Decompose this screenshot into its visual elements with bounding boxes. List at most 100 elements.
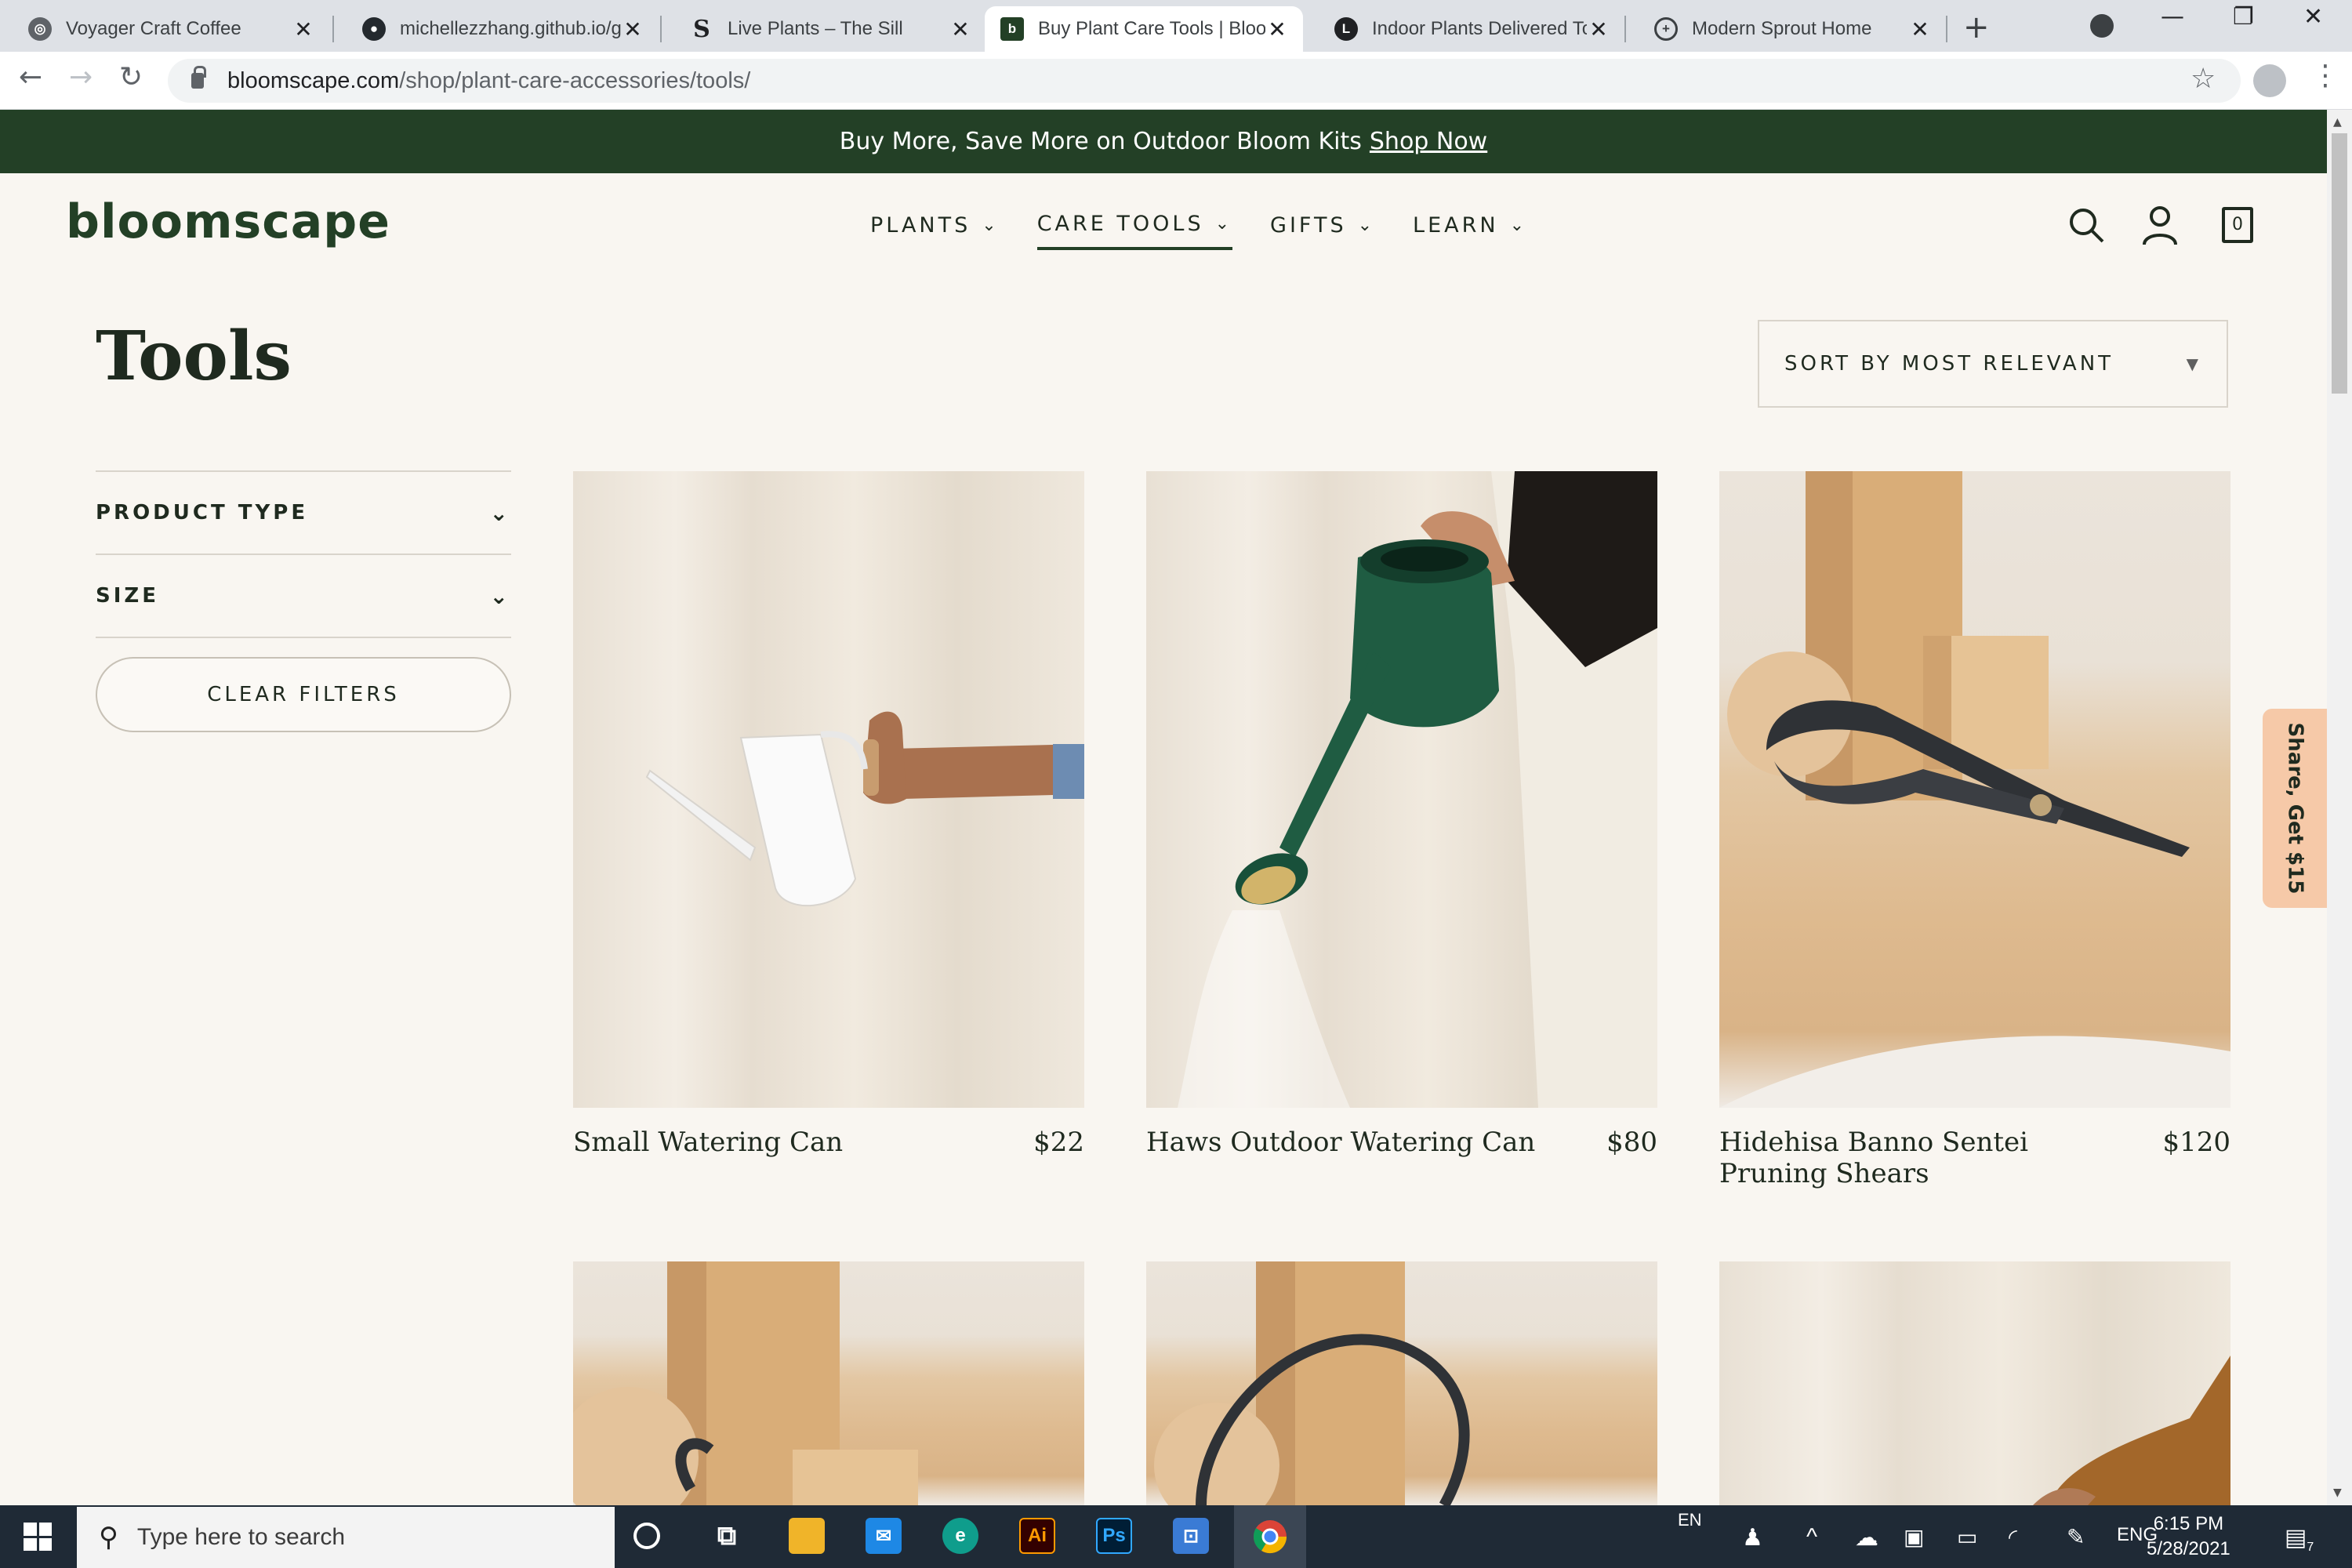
browser-tab[interactable]: + Modern Sprout Home ✕: [1626, 6, 1946, 52]
page-scrollbar[interactable]: ▲ ▼: [2327, 110, 2352, 1505]
tab-title: Buy Plant Care Tools | Bloo: [1038, 18, 1265, 39]
browser-tab-active[interactable]: b Buy Plant Care Tools | Bloo ✕: [985, 6, 1303, 52]
clock-time: 6:15 PM: [2153, 1513, 2224, 1534]
chevron-down-icon: ⌄: [1214, 214, 1233, 234]
nav-item-care-tools[interactable]: CARE TOOLS ⌄: [1036, 212, 1233, 250]
browser-menu-icon[interactable]: ⋮: [2311, 60, 2339, 92]
mail-icon[interactable]: ✉: [866, 1518, 902, 1554]
product-price: $80: [1606, 1127, 1657, 1158]
taskbar-clock[interactable]: 6:15 PM 5/28/2021: [2147, 1512, 2230, 1562]
product-image[interactable]: [573, 1261, 1084, 1505]
task-view-icon[interactable]: ⧉: [709, 1518, 745, 1554]
product-card[interactable]: Hidehisa Banno Sentei Pruning Shears $12…: [1719, 471, 2230, 1189]
browser-tab[interactable]: ◎ Voyager Craft Coffee ✕: [0, 6, 329, 52]
nav-item-gifts[interactable]: GIFTS ⌄: [1270, 212, 1375, 250]
search-icon: ⚲: [99, 1523, 118, 1552]
promo-shop-now-link[interactable]: Shop Now: [1370, 128, 1487, 155]
bloomscape-logo[interactable]: bloomscape: [66, 194, 390, 249]
bookmark-star-icon[interactable]: ☆: [2190, 63, 2216, 95]
cortana-icon[interactable]: [633, 1523, 660, 1549]
pen-icon[interactable]: ✎: [2067, 1524, 2085, 1550]
new-tab-button[interactable]: +: [1963, 9, 1990, 45]
lock-icon[interactable]: [191, 66, 206, 89]
close-tab-icon[interactable]: ✕: [1587, 16, 1610, 42]
windows-start-icon[interactable]: [24, 1523, 52, 1551]
divider: [96, 637, 511, 638]
file-explorer-icon[interactable]: [789, 1518, 825, 1554]
illustrator-icon[interactable]: Ai: [1019, 1518, 1055, 1554]
share-label: Share, Get $15: [2283, 722, 2307, 895]
close-tab-icon[interactable]: ✕: [949, 16, 972, 42]
device-icon[interactable]: ▣: [1904, 1524, 1924, 1550]
filter-size[interactable]: SIZE ⌄: [96, 554, 511, 637]
scroll-down-arrow-icon[interactable]: ▼: [2333, 1486, 2342, 1499]
edge-icon[interactable]: e: [942, 1518, 978, 1554]
input-indicator[interactable]: EN: [1678, 1510, 1702, 1530]
product-image[interactable]: [1146, 1261, 1657, 1505]
tab-search-dropdown-icon[interactable]: [2090, 14, 2114, 38]
filter-product-type[interactable]: PRODUCT TYPE ⌄: [96, 470, 511, 554]
product-image-small-watering-can[interactable]: [573, 471, 1084, 1108]
onedrive-icon[interactable]: ☁: [1855, 1524, 1878, 1552]
cart-button[interactable]: 0: [2222, 207, 2253, 243]
scroll-up-arrow-icon[interactable]: ▲: [2333, 116, 2342, 129]
product-card[interactable]: Small Watering Can $22: [573, 471, 1084, 1158]
product-image[interactable]: [1719, 1261, 2230, 1505]
share-get-15-tab[interactable]: Share, Get $15: [2263, 709, 2327, 908]
product-image-pruning-shears[interactable]: [1719, 471, 2230, 1108]
browser-tab[interactable]: ● michellezzhang.github.io/g ✕: [334, 6, 659, 52]
people-icon[interactable]: ♟: [1742, 1524, 1763, 1552]
taskbar-search-placeholder: Type here to search: [136, 1524, 346, 1550]
product-name[interactable]: Haws Outdoor Watering Can: [1146, 1127, 1535, 1158]
battery-icon[interactable]: ▭: [1957, 1524, 1977, 1550]
nav-label: LEARN: [1413, 213, 1499, 238]
close-tab-icon[interactable]: ✕: [292, 16, 315, 42]
nav-item-plants[interactable]: PLANTS ⌄: [870, 212, 1000, 250]
page-title: Tools: [96, 317, 292, 396]
address-bar[interactable]: bloomscape.com/shop/plant-care-accessori…: [168, 59, 2241, 103]
back-icon[interactable]: ←: [19, 61, 42, 93]
profile-avatar[interactable]: [2253, 64, 2286, 97]
browser-tab[interactable]: S Live Plants – The Sill ✕: [662, 6, 986, 52]
product-name[interactable]: Hidehisa Banno Sentei Pruning Shears: [1719, 1127, 2127, 1189]
product-card[interactable]: [573, 1261, 1084, 1505]
close-window-icon[interactable]: ✕: [2303, 3, 2323, 31]
taskbar-search-box[interactable]: ⚲ Type here to search: [77, 1507, 615, 1568]
wifi-icon[interactable]: ◜: [2009, 1524, 2017, 1550]
minimize-icon[interactable]: —: [2161, 3, 2184, 31]
notification-icon[interactable]: ▤7: [2285, 1524, 2314, 1555]
product-card[interactable]: [1146, 1261, 1657, 1505]
photoshop-icon[interactable]: Ps: [1096, 1518, 1132, 1554]
close-tab-icon[interactable]: ✕: [1265, 16, 1289, 42]
github-icon: ●: [362, 17, 386, 41]
chrome-taskbar-button[interactable]: [1234, 1505, 1306, 1568]
chevron-down-icon: ⌄: [489, 583, 511, 609]
notification-count: 7: [2307, 1541, 2314, 1554]
app-icon[interactable]: ⊡: [1173, 1518, 1209, 1554]
search-icon[interactable]: [2067, 205, 2106, 253]
clear-filters-button[interactable]: CLEAR FILTERS: [96, 657, 511, 732]
promo-banner: Buy More, Save More on Outdoor Bloom Kit…: [0, 110, 2327, 173]
globe-icon: ◎: [28, 17, 52, 41]
scrollbar-thumb[interactable]: [2332, 133, 2347, 394]
tab-separator: [1946, 16, 1947, 42]
close-tab-icon[interactable]: ✕: [621, 16, 644, 42]
close-tab-icon[interactable]: ✕: [1908, 16, 1932, 42]
product-name[interactable]: Small Watering Can: [573, 1127, 843, 1158]
browser-toolbar: ← → ↻ bloomscape.com/shop/plant-care-acc…: [0, 52, 2352, 110]
the-sill-icon: S: [693, 15, 710, 43]
restore-icon[interactable]: ❐: [2233, 3, 2254, 31]
main-nav: PLANTS ⌄ CARE TOOLS ⌄ GIFTS ⌄ LEARN ⌄: [870, 212, 1527, 250]
forward-icon[interactable]: →: [69, 61, 93, 93]
chevron-down-icon: ⌄: [982, 216, 1000, 235]
browser-tab[interactable]: L Indoor Plants Delivered To ✕: [1306, 6, 1624, 52]
product-card[interactable]: [1719, 1261, 2230, 1505]
sort-dropdown[interactable]: SORT BY MOST RELEVANT ▼: [1758, 320, 2228, 408]
chevron-down-icon: ⌄: [489, 499, 511, 526]
product-card[interactable]: Haws Outdoor Watering Can $80: [1146, 471, 1657, 1158]
product-image-haws-watering-can[interactable]: [1146, 471, 1657, 1108]
reload-icon[interactable]: ↻: [119, 61, 143, 93]
account-icon[interactable]: [2142, 205, 2178, 255]
nav-item-learn[interactable]: LEARN ⌄: [1413, 212, 1527, 250]
chevron-up-icon[interactable]: ^: [1806, 1524, 1817, 1551]
